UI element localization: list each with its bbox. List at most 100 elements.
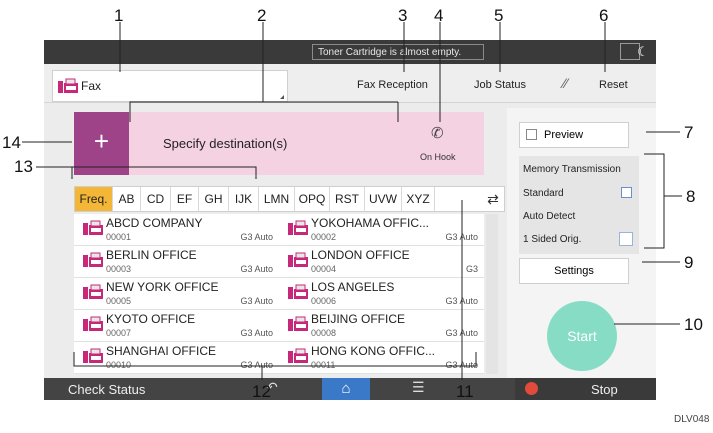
stop-button[interactable]: Stop [515,378,656,400]
list-item[interactable]: SHANGHAI OFFICE 00010 G3 Auto [74,342,279,374]
list-item[interactable]: LONDON OFFICE 00004 G3 [279,246,484,278]
checkbox-icon [526,129,537,140]
system-status-bar: Toner Cartridge is almost empty. ☾ [44,40,656,64]
entry-mode: G3 Auto [445,232,478,242]
add-destination-button[interactable]: + [74,112,129,175]
figure-id: DLV048 [674,414,710,425]
callout-12: 12 [252,382,271,401]
fax-destination-icon [288,220,308,235]
entry-number: 00002 [311,232,337,242]
fax-destination-icon [83,252,103,267]
entry-name: HONG KONG OFFIC... [311,344,436,358]
tab-ijk[interactable]: IJK [229,187,259,211]
list-item[interactable]: YOKOHAMA OFFIC... 00002 G3 Auto [279,214,484,246]
callout-6: 6 [599,6,609,25]
fax-app-icon [58,78,78,93]
resolution-icon [621,187,632,198]
stop-icon [525,382,538,395]
fax-app-selector[interactable]: Fax [52,70,288,102]
reset-slash-icon: ⁄⁄ [563,75,568,91]
app-name-label: Fax [81,79,102,93]
sided-original-icon [619,232,633,246]
callout-9: 9 [684,253,694,272]
destination-list: ABCD COMPANY 00001 G3 Auto YOKOHAMA OFFI… [74,214,484,374]
entry-mode: G3 [465,264,478,274]
home-icon[interactable]: ⌂ [322,378,370,400]
bottom-navigation-bar: Check Status ↶ ⌂ ☰ Stop [44,378,656,400]
entry-number: 00011 [311,360,336,370]
tab-gh[interactable]: GH [199,187,229,211]
list-item[interactable]: BERLIN OFFICE 00003 G3 Auto [74,246,279,278]
start-button[interactable]: Start [547,301,617,371]
callout-10: 10 [684,315,703,334]
entry-number: 00005 [106,296,132,306]
entry-name: BEIJING OFFICE [311,312,406,326]
entry-mode: G3 Auto [240,360,273,370]
fax-reception-button[interactable]: Fax Reception [357,79,428,91]
fax-destination-icon [288,284,308,299]
switch-view-icon[interactable]: ⇄ [483,188,503,210]
entry-name: BERLIN OFFICE [106,248,197,262]
tab-ef[interactable]: EF [171,187,199,211]
entry-name: YOKOHAMA OFFIC... [311,216,430,230]
on-hook-button[interactable]: On Hook [420,152,456,162]
callout-8: 8 [686,187,696,206]
tab-cd[interactable]: CD [141,187,171,211]
toner-warning-message[interactable]: Toner Cartridge is almost empty. [312,44,484,60]
fax-destination-icon [83,284,103,299]
list-scrollbar[interactable] [486,214,498,374]
right-panel: Preview Memory Transmission Standard Aut… [507,108,656,380]
list-item[interactable]: NEW YORK OFFICE 00005 G3 Auto [74,278,279,310]
tab-xyz[interactable]: XYZ [402,187,435,211]
list-item[interactable]: BEIJING OFFICE 00008 G3 Auto [279,310,484,342]
fax-destination-icon [288,348,308,363]
menu-icon[interactable]: ☰ [412,379,425,396]
fax-destination-icon [83,316,103,331]
job-status-button[interactable]: Job Status [474,79,526,91]
preview-checkbox[interactable]: Preview [519,122,629,148]
fax-destination-icon [83,220,103,235]
specify-destination-prompt: Specify destination(s) [163,136,288,151]
entry-mode: G3 Auto [445,360,478,370]
fax-destination-icon [288,252,308,267]
tab-rst[interactable]: RST [330,187,365,211]
entry-number: 00004 [311,264,337,274]
list-item[interactable]: ABCD COMPANY 00001 G3 Auto [74,214,279,246]
entry-mode: G3 Auto [240,232,273,242]
tab-uvw[interactable]: UVW [365,187,402,211]
settings-summary[interactable]: Memory Transmission Standard Auto Detect… [519,156,639,254]
fax-destination-icon [83,348,103,363]
list-item[interactable]: LOS ANGELES 00006 G3 Auto [279,278,484,310]
corner-indicator-icon [280,95,284,99]
tab-freq[interactable]: Freq. [75,187,113,211]
preview-label: Preview [544,129,584,141]
destination-area[interactable]: + Specify destination(s) ✆ On Hook [74,112,484,175]
list-item[interactable]: KYOTO OFFICE 00007 G3 Auto [74,310,279,342]
tab-opq[interactable]: OPQ [295,187,330,211]
callout-2: 2 [257,6,267,25]
list-item[interactable]: HONG KONG OFFIC... 00011 G3 Auto [279,342,484,374]
tab-lmn[interactable]: LMN [259,187,295,211]
fax-toolbar: Fax Fax Reception Job Status ⁄⁄ Reset [44,64,656,103]
entry-number: 00008 [311,328,337,338]
fax-destination-icon [288,316,308,331]
entry-name: KYOTO OFFICE [106,312,196,326]
entry-number: 00007 [106,328,132,338]
callout-7: 7 [684,123,694,142]
energy-saver-moon-icon[interactable]: ☾ [633,43,653,60]
entry-mode: G3 Auto [240,296,273,306]
sided-original-label: 1 Sided Orig. [523,234,582,245]
check-status-button[interactable]: Check Status [68,382,145,397]
stop-label: Stop [591,382,618,397]
callout-11: 11 [456,382,474,401]
entry-mode: G3 Auto [445,296,478,306]
entry-number: 00003 [106,264,132,274]
reset-button[interactable]: Reset [599,79,628,91]
entry-mode: G3 Auto [445,328,478,338]
tab-ab[interactable]: AB [113,187,141,211]
entry-number: 00001 [106,232,132,242]
entry-number: 00010 [106,360,132,370]
callout-3: 3 [398,6,408,25]
address-book-tabs: Freq. AB CD EF GH IJK LMN OPQ RST UVW XY… [74,186,505,212]
settings-button[interactable]: Settings [519,258,629,284]
